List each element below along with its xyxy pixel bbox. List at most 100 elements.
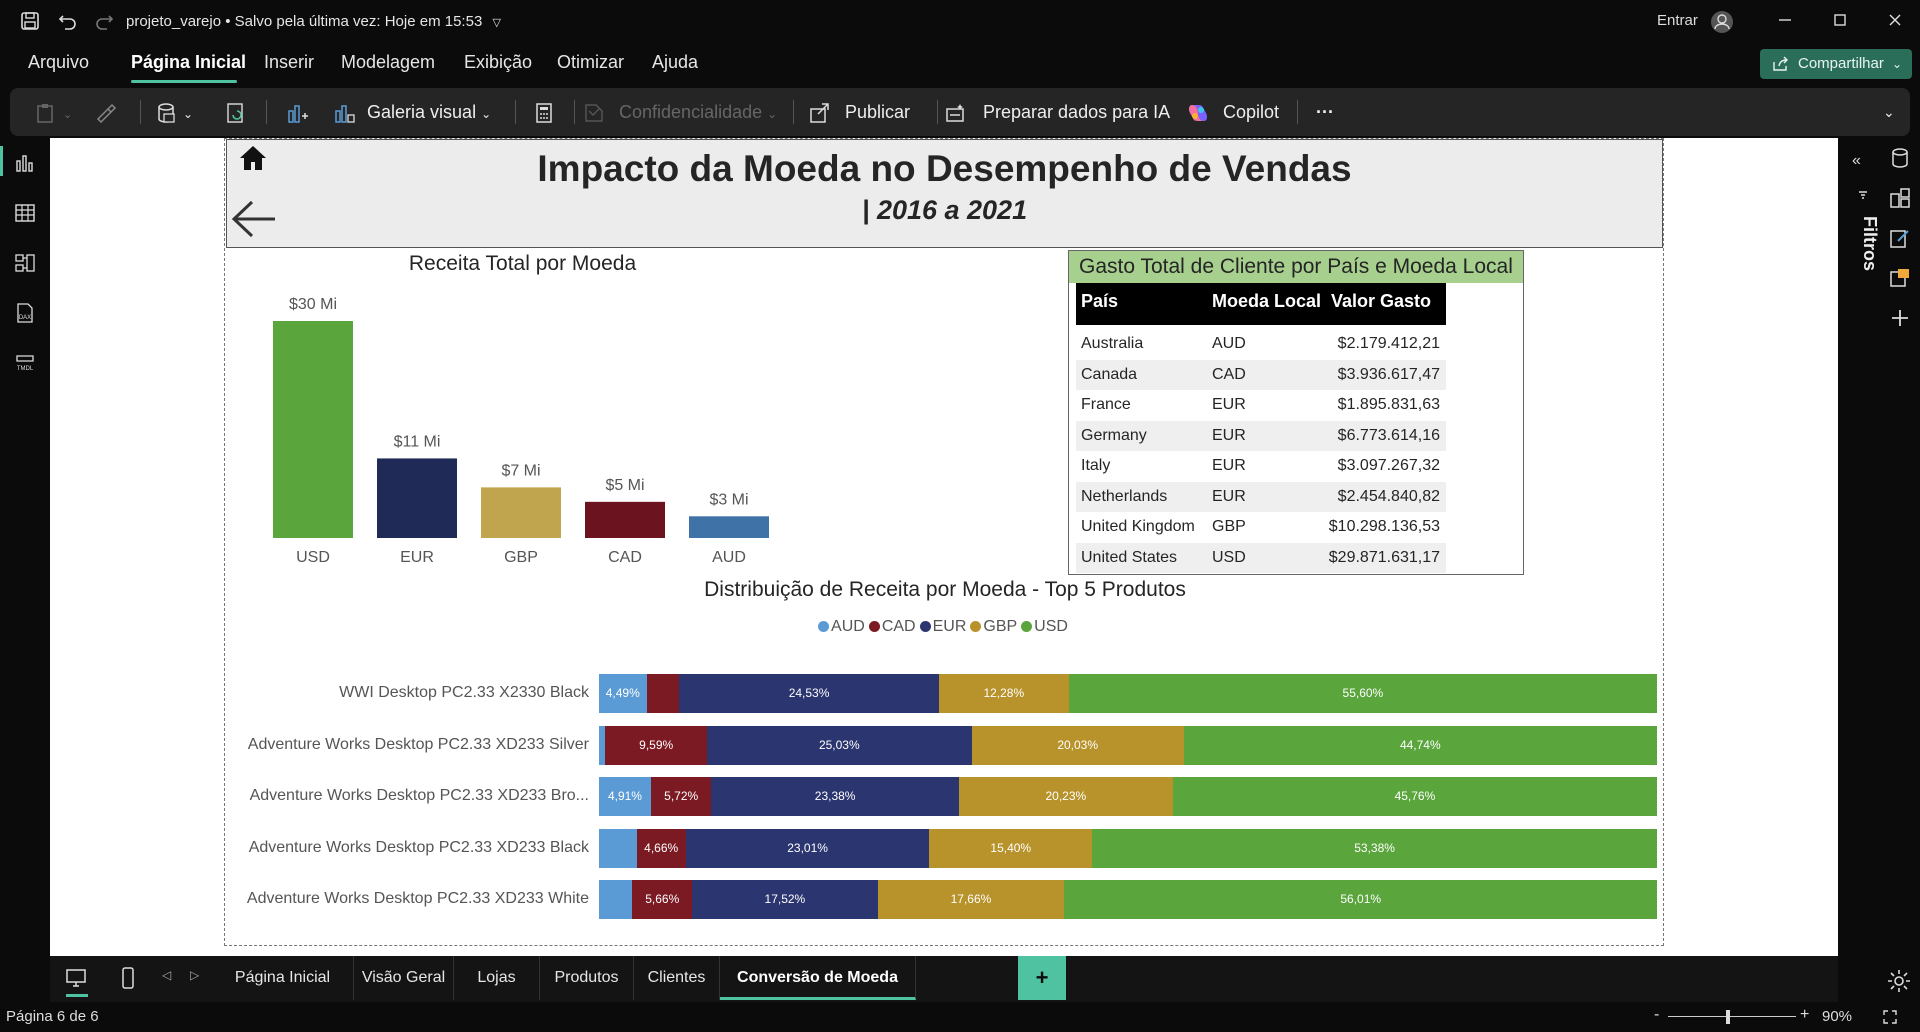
table-row[interactable]: Italy EUR $3.097.267,32 (1076, 451, 1446, 481)
publish-button[interactable]: Publicar (808, 88, 910, 136)
segment-gbp[interactable]: 15,40% (929, 828, 1093, 868)
collapse-chevron-icon[interactable]: « (1852, 152, 1861, 170)
undo-icon[interactable] (56, 10, 80, 34)
menu-pagina-inicial[interactable]: Página Inicial (131, 52, 246, 73)
table-view-icon[interactable] (14, 202, 36, 224)
visual-gallery-button[interactable]: Galeria visual ⌄ (332, 88, 491, 136)
zoom-out-button[interactable]: - (1654, 1006, 1659, 1024)
table-row[interactable]: United Kingdom GBP $10.298.136,53 (1076, 512, 1446, 542)
save-icon[interactable] (18, 10, 42, 34)
add-pane-icon[interactable] (1888, 306, 1912, 330)
segment-eur[interactable]: 23,38% (711, 777, 959, 816)
bar-eur[interactable] (377, 458, 457, 538)
stacked-chart-legend[interactable]: AUD CAD EUR GBP USD (590, 618, 1300, 636)
header-pais[interactable]: País (1081, 283, 1118, 319)
legend-item-usd[interactable]: USD (1021, 618, 1068, 636)
bar-usd[interactable] (273, 321, 353, 538)
legend-item-aud[interactable]: AUD (818, 618, 865, 636)
header-moeda-local[interactable]: Moeda Local (1212, 283, 1321, 319)
segment-usd[interactable]: 56,01% (1064, 880, 1657, 919)
format-painter-button[interactable] (94, 88, 118, 136)
page-tab[interactable]: Visão Geral (354, 956, 454, 1000)
filters-label[interactable]: Filtros (1840, 216, 1880, 271)
get-data-button[interactable]: ⌄ (154, 88, 193, 136)
add-page-button[interactable]: + (1018, 956, 1066, 1000)
header-valor-gasto[interactable]: Valor Gasto (1331, 283, 1431, 319)
table-row[interactable]: Canada CAD $3.936.617,47 (1076, 359, 1446, 390)
zoom-slider-thumb[interactable] (1725, 1010, 1730, 1024)
refresh-button[interactable] (224, 88, 248, 136)
sign-in-button[interactable]: Entrar (1657, 12, 1698, 29)
page-tab[interactable]: Clientes (634, 956, 720, 1000)
segment-cad[interactable]: 9,59% (605, 725, 707, 765)
menu-ajuda[interactable]: Ajuda (652, 52, 698, 73)
new-visual-button[interactable] (285, 88, 309, 136)
segment-cad[interactable]: 4,66% (636, 828, 686, 868)
segment-gbp[interactable]: 20,23% (958, 777, 1173, 816)
segment-eur[interactable]: 17,52% (692, 880, 878, 919)
table-row[interactable]: Netherlands EUR $2.454.840,82 (1076, 481, 1446, 512)
copilot-button[interactable]: Copilot (1186, 88, 1279, 136)
bar-cad[interactable] (585, 501, 665, 538)
prev-page-icon[interactable]: ◁ (162, 968, 171, 982)
legend-item-eur[interactable]: EUR (919, 618, 966, 636)
maximize-icon[interactable] (1828, 10, 1852, 34)
legend-item-gbp[interactable]: GBP (970, 618, 1017, 636)
segment-usd[interactable]: 53,38% (1092, 828, 1657, 868)
bar-gbp[interactable] (481, 487, 561, 538)
page-tab[interactable]: Lojas (454, 956, 540, 1000)
zoom-level[interactable]: 90% (1822, 1008, 1852, 1025)
settings-gear-icon[interactable] (1886, 968, 1912, 994)
menu-arquivo[interactable]: Arquivo (28, 52, 89, 73)
expand-ribbon-chevron-icon[interactable]: ⌄ (1883, 88, 1895, 136)
segment-eur[interactable]: 24,53% (679, 674, 939, 713)
segment-gbp[interactable]: 20,03% (971, 725, 1184, 765)
paste-button[interactable]: ⌄ (34, 88, 72, 136)
segment-gbp[interactable]: 12,28% (938, 674, 1069, 713)
report-view-icon[interactable] (14, 152, 36, 174)
tmdl-view-icon[interactable]: TMDL (14, 352, 36, 374)
segment-usd[interactable]: 44,74% (1183, 725, 1657, 765)
segment-usd[interactable]: 45,76% (1172, 777, 1657, 816)
menu-modelagem[interactable]: Modelagem (341, 52, 435, 73)
revenue-by-currency-bar-chart[interactable]: $30 Mi USD $11 Mi EUR $7 Mi GBP $5 Mi CAD $3 Mi A… (260, 285, 785, 570)
calculator-button[interactable] (532, 88, 556, 136)
segment-usd[interactable]: 55,60% (1068, 674, 1657, 713)
bar-aud[interactable] (689, 516, 769, 538)
minimize-icon[interactable] (1773, 10, 1797, 34)
menu-exibicao[interactable]: Exibição (464, 52, 532, 73)
prepare-ai-button[interactable]: Preparar dados para IA (944, 88, 1170, 136)
segment-aud[interactable]: 4,49% (599, 674, 647, 713)
segment-cad[interactable]: 5,72% (650, 777, 712, 816)
menu-otimizar[interactable]: Otimizar (557, 52, 624, 73)
more-options-button[interactable]: ··· (1316, 88, 1334, 136)
page-tab[interactable]: Conversão de Moeda (720, 956, 916, 1000)
segment-cad[interactable] (646, 674, 680, 713)
mobile-layout-icon[interactable] (120, 966, 136, 990)
legend-item-cad[interactable]: CAD (868, 618, 916, 636)
segment-gbp[interactable]: 17,66% (877, 880, 1065, 919)
segment-aud[interactable]: 4,91% (599, 777, 651, 816)
avatar-icon[interactable] (1710, 10, 1734, 34)
chevron-down-icon[interactable]: ▽ (492, 17, 500, 29)
zoom-in-button[interactable]: + (1800, 1006, 1809, 1024)
file-name[interactable]: projeto_varejo • Salvo pela última vez: … (126, 13, 501, 30)
page-tab[interactable]: Página Inicial (212, 956, 354, 1000)
desktop-layout-icon[interactable] (64, 966, 88, 990)
redo-icon[interactable] (92, 10, 116, 34)
model-view-icon[interactable] (14, 252, 36, 274)
page-tab[interactable]: Produtos (540, 956, 634, 1000)
dax-query-icon[interactable]: DAX (14, 302, 36, 324)
fit-to-page-icon[interactable] (1882, 1009, 1898, 1025)
table-row[interactable]: Germany EUR $6.773.614,16 (1076, 420, 1446, 451)
bookmarks-pane-icon[interactable] (1888, 266, 1912, 290)
format-pane-icon[interactable] (1888, 226, 1912, 250)
table-row[interactable]: France EUR $1.895.831,63 (1076, 390, 1446, 420)
menu-inserir[interactable]: Inserir (264, 52, 314, 73)
data-pane-icon[interactable] (1888, 146, 1912, 170)
segment-aud[interactable] (599, 880, 633, 919)
table-row[interactable]: United States USD $29.871.631,17 (1076, 542, 1446, 573)
segment-aud[interactable] (599, 828, 637, 868)
share-button[interactable]: Compartilhar ⌄ (1760, 49, 1912, 79)
zoom-slider-track[interactable] (1668, 1016, 1796, 1017)
